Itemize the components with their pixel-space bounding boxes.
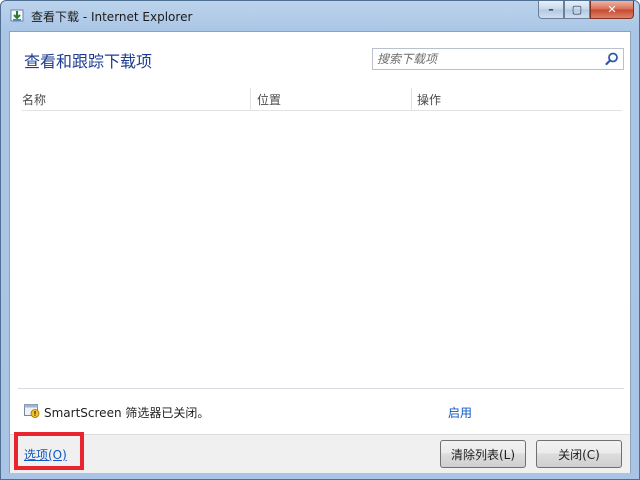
- page-title: 查看和跟踪下载项: [24, 52, 153, 71]
- title-bar[interactable]: 查看下载 - Internet Explorer – ▢ ✕: [1, 1, 639, 31]
- search-icon[interactable]: [605, 52, 619, 66]
- maximize-button[interactable]: ▢: [564, 1, 590, 19]
- column-header-location[interactable]: 位置: [257, 91, 281, 108]
- ie-download-window: 查看下载 - Internet Explorer – ▢ ✕ 查看和跟踪下载项 …: [0, 0, 640, 480]
- download-manager-icon: [10, 9, 24, 22]
- client-area: 查看和跟踪下载项 名称 位置 操作 SmartScreen 筛选器已关闭。 启用: [9, 31, 631, 473]
- maximize-icon: ▢: [571, 3, 583, 16]
- column-divider[interactable]: [250, 88, 251, 110]
- column-header-name[interactable]: 名称: [22, 91, 46, 108]
- column-header-row: 名称 位置 操作: [22, 88, 622, 111]
- enable-smartscreen-link[interactable]: 启用: [448, 404, 472, 421]
- smartscreen-status-text: SmartScreen 筛选器已关闭。: [44, 406, 210, 420]
- download-list[interactable]: [22, 111, 622, 389]
- options-link[interactable]: 选项(O): [24, 446, 67, 463]
- smartscreen-warning-icon: [24, 404, 40, 418]
- footer-bar: 选项(O) 清除列表(L) 关闭(C): [10, 432, 630, 473]
- close-button[interactable]: 关闭(C): [536, 440, 622, 468]
- column-header-actions[interactable]: 操作: [417, 91, 441, 108]
- minimize-button[interactable]: –: [538, 1, 564, 19]
- close-icon: ✕: [607, 3, 617, 16]
- caption-buttons: – ▢ ✕: [538, 1, 634, 21]
- close-window-button[interactable]: ✕: [590, 1, 634, 19]
- minimize-icon: –: [548, 3, 554, 16]
- clear-list-button[interactable]: 清除列表(L): [440, 440, 526, 468]
- column-divider[interactable]: [411, 88, 412, 110]
- search-input[interactable]: [377, 51, 597, 67]
- divider: [18, 388, 624, 389]
- window-title: 查看下载 - Internet Explorer: [31, 10, 193, 24]
- search-box[interactable]: [372, 48, 624, 70]
